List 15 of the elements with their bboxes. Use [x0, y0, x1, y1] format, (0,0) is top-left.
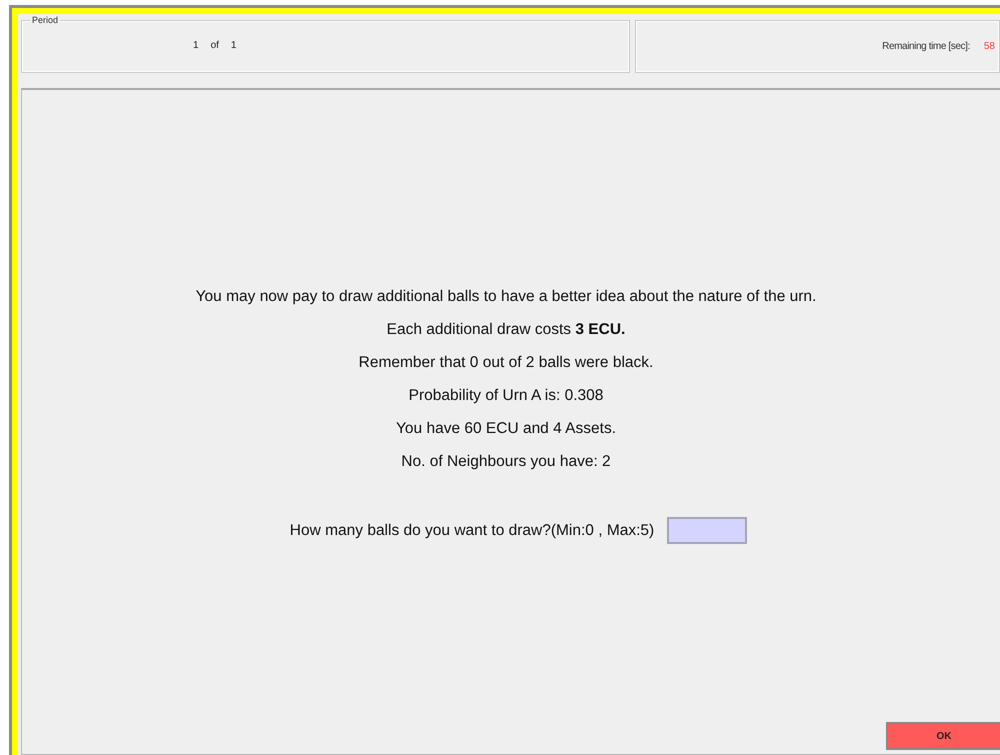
timer-label: Remaining time [sec]:: [882, 41, 970, 52]
period-total: 1: [230, 40, 236, 51]
answer-field[interactable]: [667, 517, 748, 544]
message-line: No. of Neighbours you have: 2: [401, 452, 611, 472]
timer-value: 58: [984, 41, 995, 52]
message-line: You have 60 ECU and 4 Assets.: [396, 419, 616, 439]
message-line: Remember that 0 out of 2 balls were black.: [358, 353, 654, 373]
question-label: How many balls do you want to draw?(Min:0 , Max:5): [290, 522, 654, 540]
period-current: 1: [193, 40, 199, 51]
ok-button[interactable]: OK: [886, 722, 1000, 750]
period-of: of: [210, 40, 219, 51]
message-line: Each additional draw costs 3 ECU.: [386, 320, 626, 340]
period-legend: Period: [30, 15, 60, 25]
message-line: Probability of Urn A is: 0.308: [408, 386, 604, 406]
message-line: You may now pay to draw additional balls to have a better idea about the nature of the urn.: [196, 287, 816, 307]
